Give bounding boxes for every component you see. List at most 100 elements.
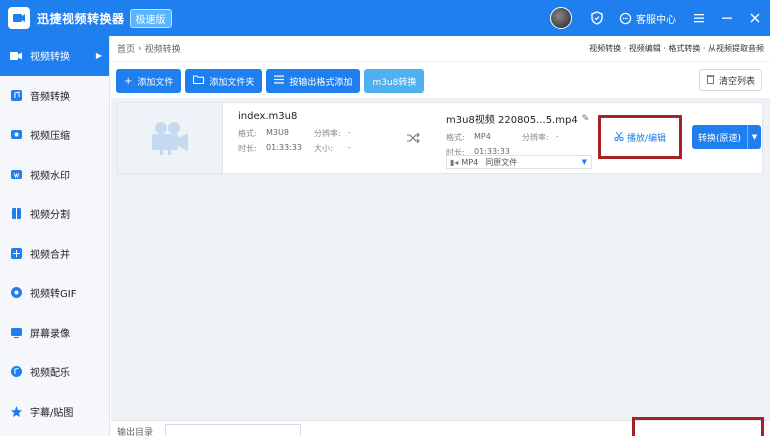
merge-icon — [9, 246, 23, 260]
split-icon — [9, 207, 23, 221]
output-format-value: MP4 — [474, 132, 491, 141]
screen-record-icon — [9, 325, 23, 339]
toolbar: + 添加文件 添加文件夹 按输出格式添加 m3u8转换 清空列表 — [111, 66, 770, 96]
sidebar-item-audio-convert[interactable]: 音频转换 — [0, 76, 109, 116]
output-dir-field[interactable] — [165, 424, 301, 436]
duration-label: 时长: — [238, 144, 257, 153]
sidebar-item-merge[interactable]: 视频合并 — [0, 234, 109, 274]
version-badge: 极速版 — [129, 8, 172, 28]
chevron-right-icon: › — [138, 43, 142, 54]
resolution-label: 分辨率: — [522, 133, 549, 142]
convert-all-highlight-box — [632, 417, 764, 436]
folder-icon — [193, 75, 205, 87]
add-folder-button[interactable]: 添加文件夹 — [185, 69, 263, 93]
sidebar-item-label: 屏幕录像 — [30, 328, 70, 340]
sidebar-item-label: 视频合并 — [30, 249, 70, 261]
clear-list-button[interactable]: 清空列表 — [698, 69, 762, 91]
sidebar: 视频转换 ▶ 音频转换 视频压缩 视频水印 视频分割 视频合并 视频转GIF 屏… — [0, 36, 110, 436]
size-label: 大小: — [314, 144, 333, 153]
convert-button[interactable]: 转换(原速) ▼ — [692, 125, 762, 149]
subtitle-icon — [9, 404, 23, 418]
list-icon — [274, 75, 285, 87]
app-logo-icon — [8, 7, 30, 29]
format-label: 格式: — [238, 129, 257, 138]
audio-convert-icon — [9, 88, 23, 102]
vip-shield-icon[interactable] — [590, 11, 604, 25]
service-center-button[interactable]: 客服中心 — [618, 11, 676, 26]
chevron-down-icon[interactable]: ▼ — [747, 125, 761, 149]
sidebar-item-label: 视频转换 — [30, 52, 70, 64]
output-resolution: - — [556, 132, 559, 141]
output-quality-option: 同原文件 — [485, 157, 518, 167]
add-folder-label: 添加文件夹 — [209, 77, 255, 88]
format-label: 格式: — [446, 133, 465, 142]
plus-icon: + — [124, 75, 133, 87]
breadcrumb-current: 视频转换 — [144, 45, 181, 55]
sidebar-item-watermark[interactable]: 视频水印 — [0, 155, 109, 195]
source-info: index.m3u8 格式: M3U8 分辨率: - 时长: 01:33:33 … — [238, 111, 388, 158]
file-list-area: index.m3u8 格式: M3U8 分辨率: - 时长: 01:33:33 … — [111, 98, 770, 436]
output-dir-label: 输出目录 — [117, 428, 154, 436]
source-size: - — [348, 143, 351, 152]
add-by-format-label: 按输出格式添加 — [289, 77, 353, 88]
play-edit-label: 播放/编辑 — [626, 133, 667, 144]
file-list-item: index.m3u8 格式: M3U8 分辨率: - 时长: 01:33:33 … — [117, 102, 763, 174]
breadcrumb: 首页 › 视频转换 视频转换 · 视频编辑 · 格式转换 · 从视频提取音频 — [111, 36, 770, 62]
sidebar-item-music[interactable]: 视频配乐 — [0, 352, 109, 392]
chevron-right-icon: ▶ — [95, 51, 102, 61]
title-bar: 迅捷视频转换器 极速版 客服中心 — [0, 0, 770, 36]
gif-icon — [9, 286, 23, 300]
app-title: 迅捷视频转换器 — [37, 11, 125, 26]
shuffle-arrows-icon — [406, 131, 420, 145]
sidebar-item-subtitle[interactable]: 字幕/贴图 — [0, 392, 109, 432]
watermark-icon — [9, 167, 23, 181]
resolution-label: 分辨率: — [314, 129, 341, 138]
close-icon[interactable] — [748, 11, 762, 25]
video-camera-icon — [152, 122, 188, 155]
m3u8-convert-button[interactable]: m3u8转换 — [364, 69, 425, 93]
music-icon — [9, 365, 23, 379]
service-center-label: 客服中心 — [636, 14, 676, 26]
avatar[interactable] — [550, 7, 572, 29]
feature-links[interactable]: 视频转换 · 视频编辑 · 格式转换 · 从视频提取音频 — [589, 43, 764, 54]
sidebar-item-split[interactable]: 视频分割 — [0, 194, 109, 234]
convert-label: 转换(原速) — [698, 133, 742, 144]
sidebar-item-label: 视频分割 — [30, 210, 70, 222]
source-format: M3U8 — [266, 128, 289, 137]
sidebar-item-label: 字幕/贴图 — [30, 407, 74, 419]
play-edit-button[interactable]: 播放/编辑 — [614, 131, 666, 144]
video-thumbnail — [118, 103, 223, 173]
source-file-name: index.m3u8 — [238, 111, 298, 122]
sidebar-item-gif[interactable]: 视频转GIF — [0, 273, 109, 313]
add-by-format-button[interactable]: 按输出格式添加 — [266, 69, 361, 93]
trash-icon — [706, 74, 715, 87]
compress-icon — [9, 128, 23, 142]
sidebar-item-video-convert[interactable]: 视频转换 ▶ — [0, 36, 109, 76]
add-file-label: 添加文件 — [137, 77, 174, 88]
add-file-button[interactable]: + 添加文件 — [116, 69, 182, 93]
minimize-icon[interactable] — [720, 11, 734, 25]
sidebar-item-compress[interactable]: 视频压缩 — [0, 115, 109, 155]
sidebar-item-label: 视频水印 — [30, 170, 70, 182]
chat-icon — [618, 11, 632, 25]
source-resolution: - — [348, 128, 351, 137]
output-format-option: MP4 — [461, 157, 479, 167]
output-file-name: m3u8视频 220805...5.mp4 — [446, 115, 578, 126]
scissors-icon — [614, 131, 624, 144]
breadcrumb-home[interactable]: 首页 — [117, 42, 135, 55]
edit-highlight-box: 播放/编辑 — [598, 115, 682, 159]
source-duration: 01:33:33 — [266, 143, 302, 152]
video-icon: ▮◂ — [450, 157, 459, 167]
pencil-icon[interactable]: ✎ — [582, 114, 590, 124]
video-convert-icon — [9, 49, 23, 63]
sidebar-item-label: 视频配乐 — [30, 368, 70, 380]
sidebar-item-label: 音频转换 — [30, 91, 70, 103]
output-format-select[interactable]: ▮◂ MP4 同原文件 ▼ — [446, 155, 592, 169]
sidebar-item-label: 视频转GIF — [30, 289, 77, 301]
chevron-down-icon: ▼ — [581, 158, 587, 166]
clear-list-label: 清空列表 — [718, 76, 755, 87]
m3u8-convert-label: m3u8转换 — [372, 77, 417, 88]
sidebar-item-screen-record[interactable]: 屏幕录像 — [0, 313, 109, 353]
menu-icon[interactable] — [692, 11, 706, 25]
sidebar-item-label: 视频压缩 — [30, 131, 70, 143]
